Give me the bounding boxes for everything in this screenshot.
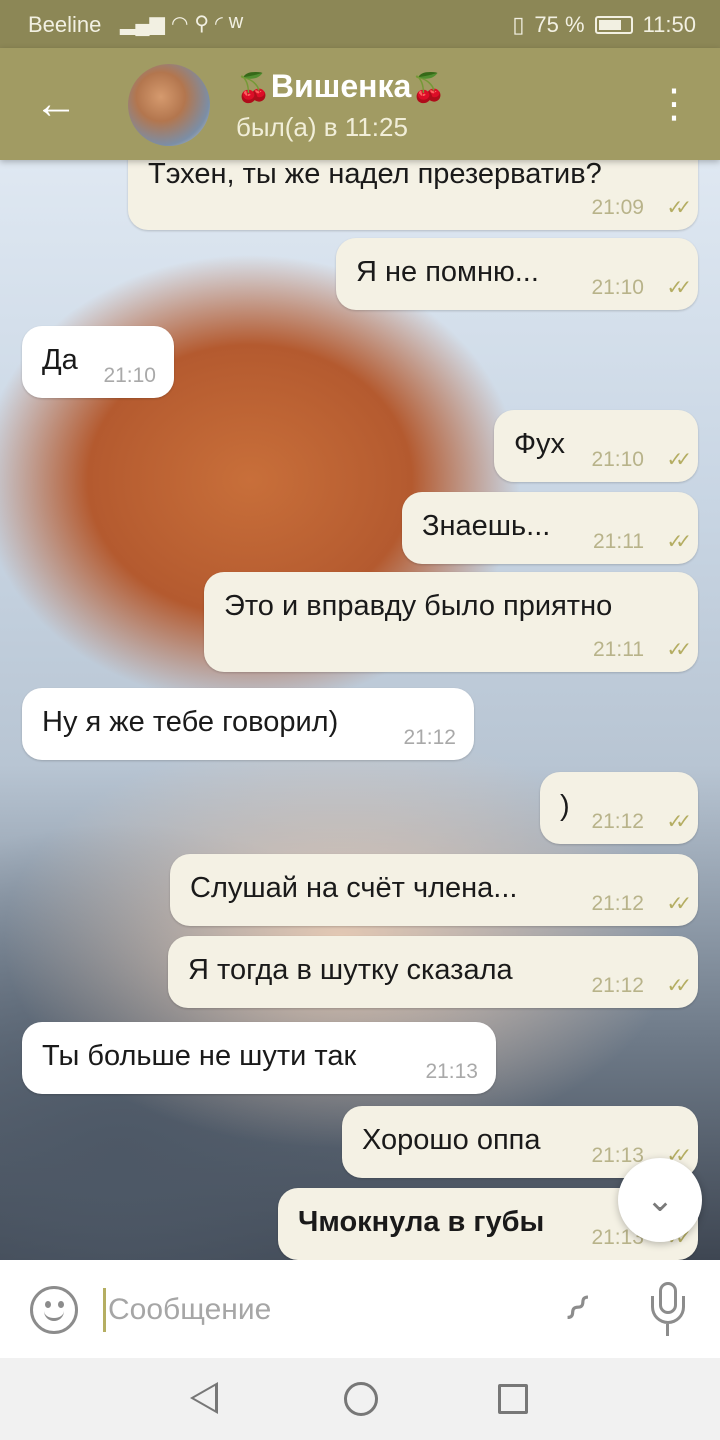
nav-back-icon[interactable] bbox=[190, 1382, 218, 1414]
outgoing-message[interactable]: Тэхен, ты же надел презерватив? 21:09 ✓✓ bbox=[128, 160, 698, 230]
message-text: ) bbox=[560, 790, 570, 822]
message-composer: ⌇ bbox=[0, 1260, 720, 1358]
message-text: Чмокнула в губы bbox=[298, 1206, 545, 1238]
emoji-icon[interactable] bbox=[30, 1286, 78, 1334]
message-text: Ну я же тебе говорил) bbox=[42, 706, 339, 738]
double-check-icon: ✓✓ bbox=[666, 197, 691, 219]
double-check-icon: ✓✓ bbox=[666, 893, 691, 915]
outgoing-message[interactable]: Знаешь... 21:11 ✓✓ bbox=[402, 492, 698, 564]
message-time: 21:10 bbox=[591, 276, 644, 299]
message-time: 21:13 bbox=[425, 1060, 478, 1083]
message-time: 21:12 bbox=[591, 974, 644, 997]
double-check-icon: ✓✓ bbox=[666, 811, 691, 833]
incoming-message[interactable]: Ну я же тебе говорил) 21:12 bbox=[22, 688, 474, 760]
battery-icon bbox=[594, 16, 633, 34]
clock: 11:50 bbox=[642, 12, 696, 37]
cherry-icon: 🍒 bbox=[411, 72, 447, 103]
double-check-icon: ✓✓ bbox=[666, 975, 691, 997]
incoming-message[interactable]: Да 21:10 bbox=[22, 326, 174, 398]
outgoing-message[interactable]: Я тогда в шутку сказала 21:12 ✓✓ bbox=[168, 936, 698, 1008]
incoming-message[interactable]: Ты больше не шути так 21:13 bbox=[22, 1022, 496, 1094]
message-text: Тэхен, ты же надел презерватив? bbox=[148, 160, 602, 190]
cast-icon: ◜ bbox=[215, 13, 223, 35]
outgoing-message[interactable]: Я не помню... 21:10 ✓✓ bbox=[336, 238, 698, 310]
message-time: 21:09 bbox=[591, 196, 644, 219]
message-text: Знаешь... bbox=[422, 510, 551, 542]
paperclip-icon[interactable]: ⌇ bbox=[544, 1277, 608, 1341]
message-text: Ты больше не шути так bbox=[42, 1040, 357, 1072]
message-time: 21:12 bbox=[403, 726, 456, 749]
message-text: Да bbox=[42, 344, 78, 376]
message-list[interactable]: Тэхен, ты же надел презерватив? 21:09 ✓✓ Я … bbox=[0, 160, 720, 1260]
double-check-icon: ✓✓ bbox=[666, 449, 691, 471]
nav-home-icon[interactable] bbox=[344, 1382, 378, 1416]
message-time: 21:10 bbox=[103, 364, 156, 387]
message-time: 21:12 bbox=[591, 810, 644, 833]
avatar[interactable] bbox=[128, 64, 210, 146]
microphone-icon[interactable] bbox=[648, 1282, 688, 1338]
vibrate-icon: ▯ bbox=[512, 12, 525, 37]
message-text: Я не помню... bbox=[356, 256, 539, 288]
last-seen: был(а) в 11:25 bbox=[236, 112, 408, 142]
battery-percent: 75 % bbox=[534, 12, 585, 37]
message-text: Слушай на счёт члена... bbox=[190, 872, 518, 904]
message-input[interactable] bbox=[108, 1286, 528, 1334]
carrier-name: Beeline bbox=[28, 12, 102, 37]
double-check-icon: ✓✓ bbox=[666, 639, 691, 661]
app-notification-icon: w bbox=[228, 11, 244, 33]
message-time: 21:12 bbox=[591, 892, 644, 915]
chat-header: ← 🍒Вишенка🍒 был(а) в 11:25 ⋮ bbox=[0, 48, 720, 160]
outgoing-message[interactable]: Слушай на счёт члена... 21:12 ✓✓ bbox=[170, 854, 698, 926]
chevron-down-icon: ⌄ bbox=[645, 1181, 675, 1219]
message-time: 21:10 bbox=[591, 448, 644, 471]
scroll-down-button[interactable]: ⌄ bbox=[618, 1158, 702, 1242]
double-check-icon: ✓✓ bbox=[666, 277, 691, 299]
message-text: Я тогда в шутку сказала bbox=[188, 954, 513, 986]
text-caret bbox=[103, 1288, 106, 1332]
double-check-icon: ✓✓ bbox=[666, 531, 691, 553]
search-icon: ⚲ bbox=[194, 13, 210, 35]
signal-icon: ▂▄▆ bbox=[120, 13, 165, 35]
outgoing-message[interactable]: Фух 21:10 ✓✓ bbox=[494, 410, 698, 482]
nav-recents-icon[interactable] bbox=[498, 1384, 528, 1414]
outgoing-message[interactable]: ) 21:12 ✓✓ bbox=[540, 772, 698, 844]
message-time: 21:11 bbox=[593, 530, 644, 553]
message-text: Это и вправду было приятно bbox=[224, 590, 613, 622]
contact-name[interactable]: 🍒Вишенка🍒 bbox=[236, 68, 446, 105]
message-text: Фух bbox=[514, 428, 566, 460]
outgoing-message[interactable]: Это и вправду было приятно 21:11 ✓✓ bbox=[204, 572, 698, 672]
cherry-icon: 🍒 bbox=[236, 72, 271, 103]
message-time: 21:11 bbox=[593, 638, 644, 661]
arrow-left-icon[interactable]: ← bbox=[30, 78, 82, 130]
wifi-icon: ◠ bbox=[170, 13, 189, 35]
message-text: Хорошо оппа bbox=[362, 1124, 541, 1156]
more-vertical-icon[interactable]: ⋮ bbox=[654, 84, 694, 128]
system-nav-bar bbox=[0, 1358, 720, 1440]
status-bar: Beeline ▂▄▆ ◠ ⚲ ◜ w ▯ 75 % 11:50 bbox=[0, 0, 720, 48]
